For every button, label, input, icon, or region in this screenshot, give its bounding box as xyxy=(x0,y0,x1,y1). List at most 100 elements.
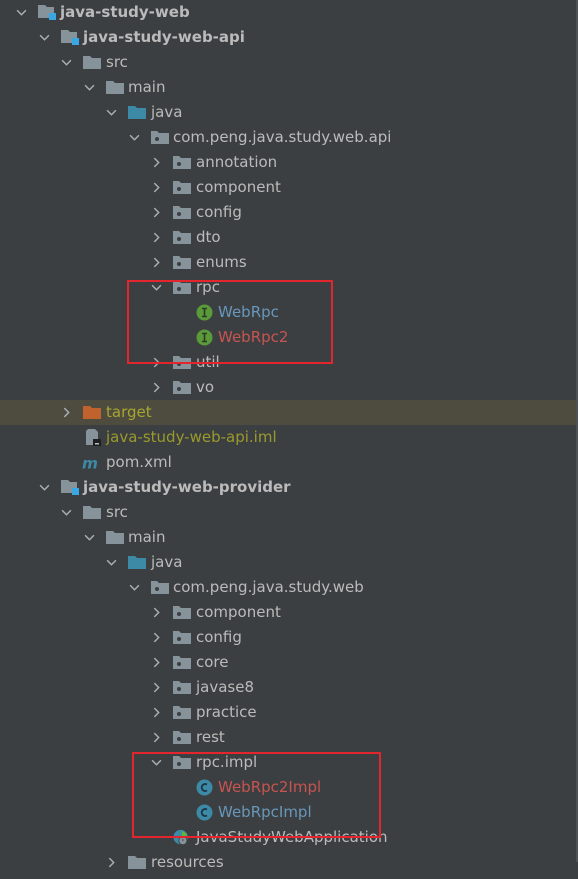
tree-label: src xyxy=(106,53,128,71)
tree-label: WebRpc2Impl xyxy=(218,778,322,796)
tree-row-src[interactable]: src xyxy=(0,500,576,525)
chevron-down-icon[interactable] xyxy=(37,475,51,500)
tree-row-target[interactable]: target xyxy=(0,400,576,425)
package-icon xyxy=(173,379,191,396)
tree-label: annotation xyxy=(196,153,278,171)
tree-row-component[interactable]: component xyxy=(0,175,576,200)
chevron-down-icon[interactable] xyxy=(104,550,118,575)
folder-icon xyxy=(83,54,101,71)
tree-row-practice[interactable]: practice xyxy=(0,700,576,725)
tree-row-rpc-impl[interactable]: rpc.impl xyxy=(0,750,576,775)
package-icon xyxy=(173,704,191,721)
chevron-down-icon[interactable] xyxy=(127,125,141,150)
package-icon xyxy=(151,579,169,596)
package-icon xyxy=(173,154,191,171)
chevron-right-icon[interactable] xyxy=(104,850,118,875)
chevron-right-icon[interactable] xyxy=(149,250,163,275)
tree-row-annotation[interactable]: annotation xyxy=(0,150,576,175)
chevron-down-icon[interactable] xyxy=(149,275,163,300)
tree-row-webrpcimpl[interactable]: WebRpcImpl xyxy=(0,800,576,825)
tree-row-webrpc[interactable]: WebRpc xyxy=(0,300,576,325)
chevron-right-icon[interactable] xyxy=(149,675,163,700)
tree-row-webrpc2[interactable]: WebRpc2 xyxy=(0,325,576,350)
tree-label: main xyxy=(128,78,166,96)
chevron-down-icon[interactable] xyxy=(59,500,73,525)
tree-label: rpc.impl xyxy=(196,753,258,771)
chevron-down-icon[interactable] xyxy=(59,50,73,75)
tree-label: src xyxy=(106,503,128,521)
tree-label: config xyxy=(196,628,242,646)
tree-row-vo[interactable]: vo xyxy=(0,375,576,400)
chevron-right-icon[interactable] xyxy=(149,625,163,650)
tree-row-package-root[interactable]: com.peng.java.study.web xyxy=(0,575,576,600)
package-icon xyxy=(173,279,191,296)
tree-row-config[interactable]: config xyxy=(0,200,576,225)
tree-row-pom-xml[interactable]: m pom.xml xyxy=(0,450,576,475)
chevron-right-icon[interactable] xyxy=(149,700,163,725)
tree-row-webrpc2impl[interactable]: WebRpc2Impl xyxy=(0,775,576,800)
chevron-right-icon[interactable] xyxy=(149,600,163,625)
chevron-right-icon[interactable] xyxy=(149,200,163,225)
tree-row-src[interactable]: src xyxy=(0,50,576,75)
tree-row-dto[interactable]: dto xyxy=(0,225,576,250)
chevron-down-icon[interactable] xyxy=(37,25,51,50)
tree-row-util[interactable]: util xyxy=(0,350,576,375)
folder-icon xyxy=(83,504,101,521)
tree-row-core[interactable]: core xyxy=(0,650,576,675)
chevron-right-icon[interactable] xyxy=(149,375,163,400)
tree-row-iml-file[interactable]: java-study-web-api.iml xyxy=(0,425,576,450)
svg-text:m: m xyxy=(82,456,98,471)
chevron-down-icon[interactable] xyxy=(149,750,163,775)
chevron-right-icon[interactable] xyxy=(149,150,163,175)
tree-label: core xyxy=(196,653,229,671)
tree-row-package-root[interactable]: com.peng.java.study.web.api xyxy=(0,125,576,150)
tree-row-rpc[interactable]: rpc xyxy=(0,275,576,300)
chevron-right-icon[interactable] xyxy=(149,175,163,200)
tree-row-java-study-web-provider[interactable]: java-study-web-provider xyxy=(0,475,576,500)
class-icon xyxy=(196,779,214,796)
project-tree: java-study-web java-study-web-api src ma… xyxy=(0,0,576,875)
package-icon xyxy=(173,229,191,246)
tree-row-config[interactable]: config xyxy=(0,625,576,650)
tree-label: WebRpc xyxy=(218,303,279,321)
chevron-right-icon[interactable] xyxy=(149,650,163,675)
chevron-down-icon[interactable] xyxy=(104,100,118,125)
tree-row-enums[interactable]: enums xyxy=(0,250,576,275)
tree-label: target xyxy=(106,403,152,421)
tree-row-main[interactable]: main xyxy=(0,525,576,550)
package-icon xyxy=(173,629,191,646)
tree-row-java[interactable]: java xyxy=(0,550,576,575)
chevron-right-icon[interactable] xyxy=(59,400,73,425)
chevron-down-icon[interactable] xyxy=(127,575,141,600)
package-icon xyxy=(173,179,191,196)
source-folder-icon xyxy=(128,554,146,571)
chevron-right-icon[interactable] xyxy=(149,725,163,750)
tree-label: JavaStudyWebApplication xyxy=(196,828,388,846)
tree-row-rest[interactable]: rest xyxy=(0,725,576,750)
package-icon xyxy=(173,754,191,771)
chevron-right-icon[interactable] xyxy=(149,350,163,375)
package-icon xyxy=(173,254,191,271)
tree-row-java[interactable]: java xyxy=(0,100,576,125)
package-icon xyxy=(173,654,191,671)
tree-row-resources[interactable]: resources xyxy=(0,850,576,875)
package-icon xyxy=(173,729,191,746)
module-folder-icon xyxy=(61,479,79,496)
tree-row-java-study-web-api[interactable]: java-study-web-api xyxy=(0,25,576,50)
chevron-right-icon[interactable] xyxy=(149,225,163,250)
tree-label: com.peng.java.study.web xyxy=(173,578,364,596)
tree-row-main[interactable]: main xyxy=(0,75,576,100)
package-icon xyxy=(173,354,191,371)
tree-row-javase8[interactable]: javase8 xyxy=(0,675,576,700)
chevron-down-icon[interactable] xyxy=(82,525,96,550)
tree-label: practice xyxy=(196,703,257,721)
chevron-down-icon[interactable] xyxy=(14,0,28,25)
tree-label: util xyxy=(196,353,220,371)
tree-row-java-study-web[interactable]: java-study-web xyxy=(0,0,576,25)
chevron-down-icon[interactable] xyxy=(82,75,96,100)
class-icon xyxy=(196,804,214,821)
tree-row-component[interactable]: component xyxy=(0,600,576,625)
maven-icon: m xyxy=(82,454,100,472)
tree-label: java-study-web-api.iml xyxy=(106,428,277,446)
tree-row-javastudywebapplication[interactable]: JavaStudyWebApplication xyxy=(0,825,576,850)
